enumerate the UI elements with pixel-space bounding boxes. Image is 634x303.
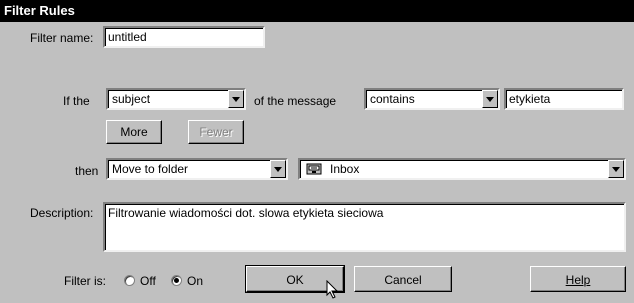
window-title: Filter Rules: [0, 0, 634, 22]
action-select[interactable]: Move to folder: [106, 158, 288, 180]
mouse-pointer-icon: [326, 279, 340, 303]
condition-operator-value: contains: [370, 92, 415, 106]
filter-off-radio[interactable]: [124, 275, 135, 286]
chevron-down-icon[interactable]: [608, 160, 624, 178]
condition-value-input[interactable]: etykieta: [504, 88, 624, 110]
condition-field-select[interactable]: subject: [106, 88, 246, 110]
chevron-down-icon[interactable]: [228, 90, 244, 108]
folder-select[interactable]: Inbox: [298, 158, 626, 180]
cancel-button-label: Cancel: [384, 273, 422, 287]
help-button-label: Help: [565, 273, 591, 287]
folder-select-value: Inbox: [330, 162, 360, 176]
more-button-label: More: [120, 125, 148, 139]
help-button[interactable]: Help: [530, 266, 626, 292]
filter-rules-dialog: Filter name: untitled If the subject of …: [0, 22, 634, 302]
filter-name-input[interactable]: untitled: [103, 26, 265, 48]
chevron-down-icon[interactable]: [270, 160, 286, 178]
of-the-message-label: of the message: [254, 94, 337, 108]
inbox-folder-icon: [306, 162, 322, 178]
fewer-button[interactable]: Fewer: [188, 120, 244, 144]
filter-on-label: On: [187, 274, 204, 288]
cancel-button[interactable]: Cancel: [354, 266, 452, 292]
description-label: Description:: [30, 206, 94, 220]
filter-off-label: Off: [140, 274, 156, 288]
fewer-button-label: Fewer: [199, 125, 233, 139]
filter-is-label: Filter is:: [64, 274, 106, 288]
chevron-down-icon[interactable]: [482, 90, 498, 108]
condition-operator-select[interactable]: contains: [364, 88, 500, 110]
ok-button-label: OK: [286, 273, 304, 287]
description-textarea[interactable]: Filtrowanie wiadomości dot. slowa etykie…: [103, 202, 626, 252]
condition-field-value: subject: [112, 92, 151, 106]
then-label: then: [75, 164, 99, 178]
if-the-label: If the: [63, 94, 90, 108]
action-select-value: Move to folder: [112, 162, 189, 176]
filter-on-radio[interactable]: [171, 275, 182, 286]
filter-name-label: Filter name:: [30, 31, 94, 45]
more-button[interactable]: More: [106, 120, 162, 144]
